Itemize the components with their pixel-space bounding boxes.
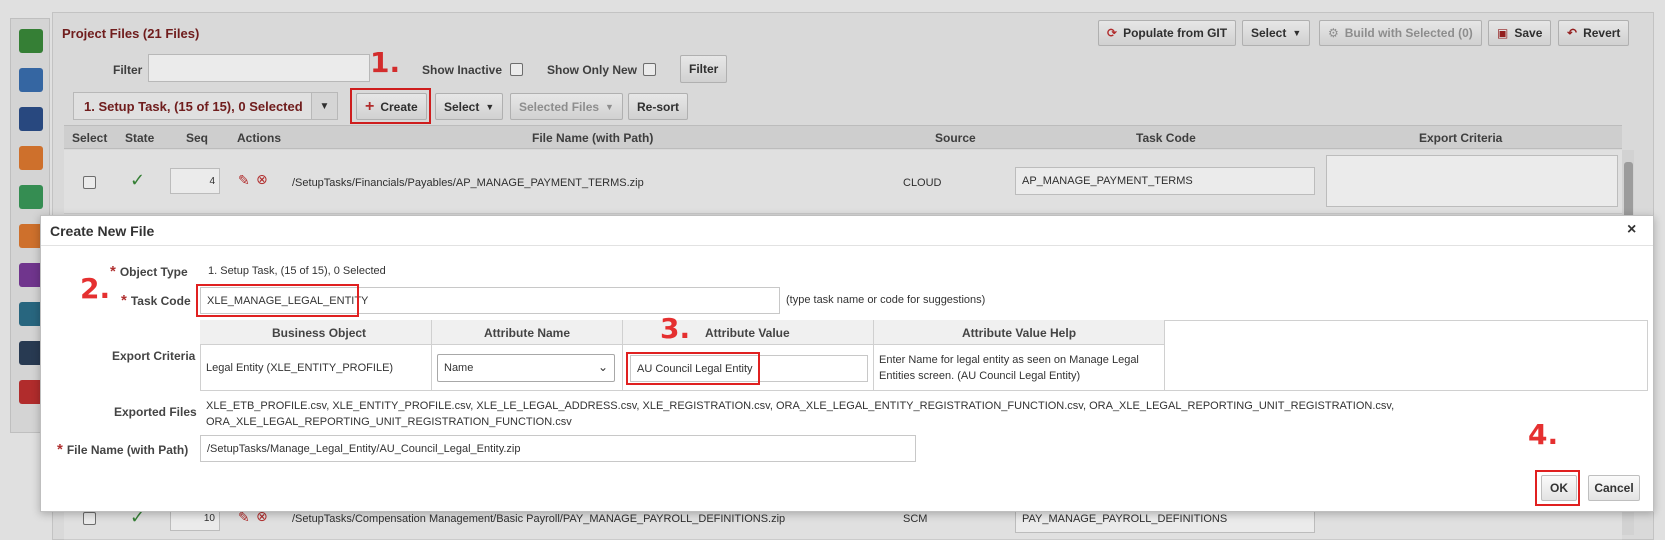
required-marker: * [121, 292, 127, 309]
col-attribute-value: Attribute Value [705, 326, 790, 340]
close-icon[interactable]: × [1627, 221, 1636, 239]
highlight-ok [1535, 470, 1580, 506]
attribute-help-line2: Entities screen. (AU Council Legal Entit… [879, 370, 1081, 382]
column-divider [431, 320, 432, 391]
exported-files-line2: ORA_XLE_LEGAL_REPORTING_UNIT_REGISTRATIO… [206, 416, 572, 428]
chevron-down-icon: ⌄ [597, 360, 608, 374]
task-code-hint: (type task name or code for suggestions) [786, 294, 986, 306]
required-marker: * [110, 263, 116, 280]
cancel-button[interactable]: Cancel [1588, 475, 1640, 501]
attribute-help-line1: Enter Name for legal entity as seen on M… [879, 354, 1139, 366]
file-name-label-text: File Name (with Path) [66, 443, 189, 457]
step-4-annotation: 4. [1528, 418, 1559, 451]
highlight-attribute-value [626, 352, 760, 385]
attribute-name-select[interactable]: Name ⌄ [437, 354, 615, 382]
attribute-name-value: Name [444, 362, 474, 374]
column-divider [622, 320, 623, 391]
column-divider [873, 320, 874, 391]
file-name-input[interactable]: /SetupTasks/Manage_Legal_Entity/AU_Counc… [200, 435, 916, 462]
exported-files-label: Exported Files [114, 405, 197, 419]
object-type-label: * Object Type [110, 263, 188, 280]
business-object-cell: Legal Entity (XLE_ENTITY_PROFILE) [206, 362, 394, 374]
column-divider [1164, 320, 1165, 391]
task-code-label: * Task Code [121, 292, 191, 309]
step-3-annotation: 3. [660, 312, 691, 345]
exported-files-line1: XLE_ETB_PROFILE.csv, XLE_ENTITY_PROFILE.… [206, 400, 1395, 412]
object-type-value: 1. Setup Task, (15 of 15), 0 Selected [208, 265, 386, 277]
file-name-label: * File Name (with Path) [57, 441, 188, 458]
dialog-divider [41, 245, 1653, 246]
dialog-title: Create New File [50, 223, 155, 239]
highlight-task-code [196, 284, 359, 317]
export-criteria-label: Export Criteria [112, 349, 196, 363]
step-2-annotation: 2. [80, 272, 111, 305]
required-marker: * [57, 441, 63, 458]
col-attribute-name: Attribute Name [484, 326, 571, 340]
col-attribute-value-help: Attribute Value Help [962, 326, 1077, 340]
cancel-label: Cancel [1594, 481, 1634, 495]
file-name-input-value: /SetupTasks/Manage_Legal_Entity/AU_Counc… [207, 442, 521, 455]
col-business-object: Business Object [272, 326, 367, 340]
task-code-label-text: Task Code [130, 294, 191, 308]
object-type-label-text: Object Type [119, 265, 188, 279]
